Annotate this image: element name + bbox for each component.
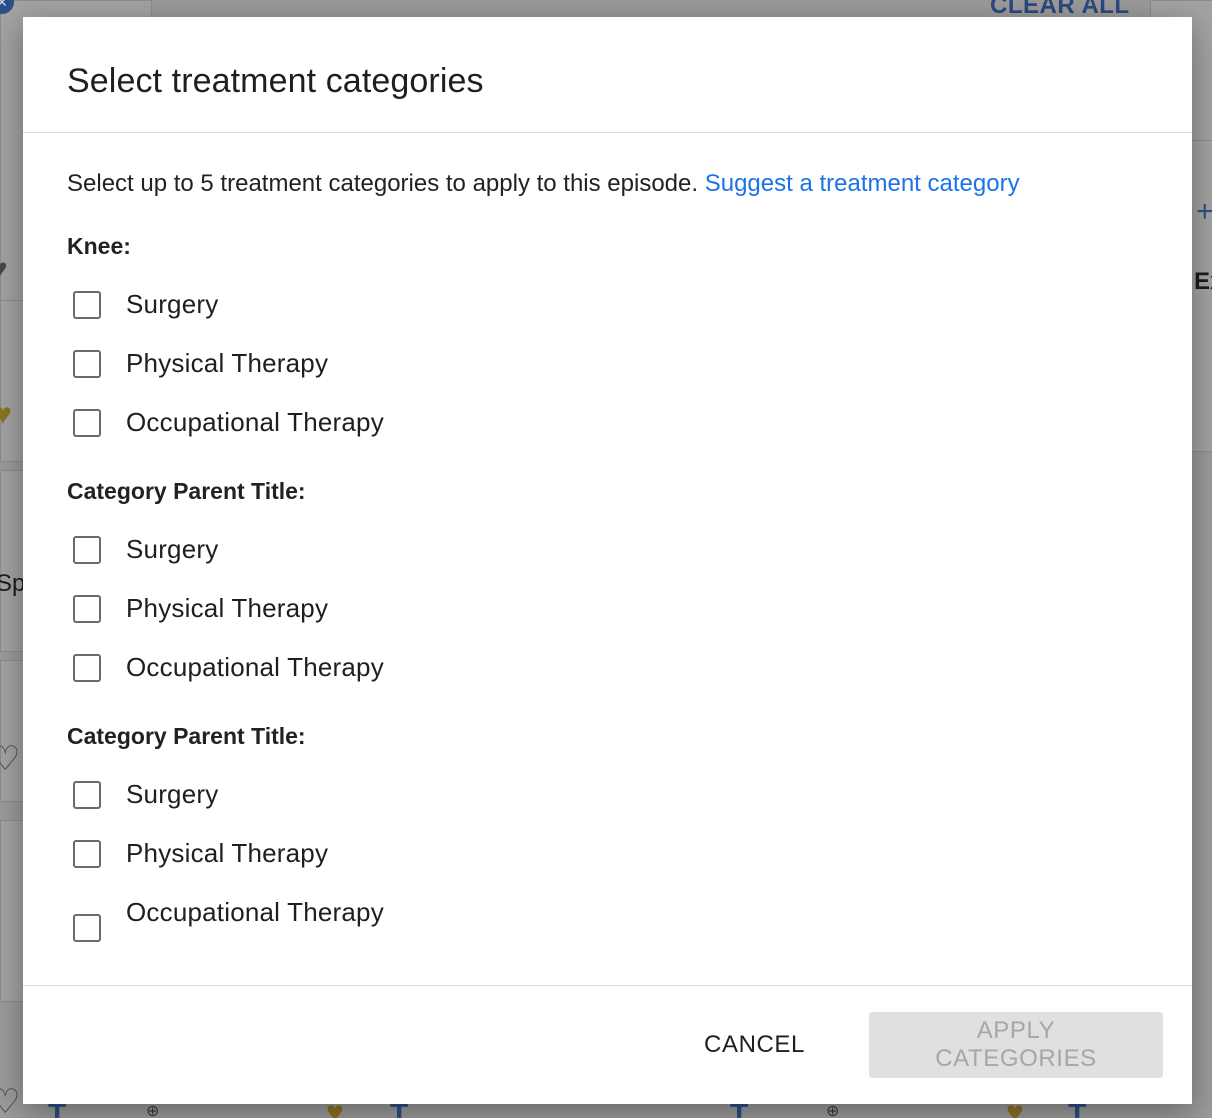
option-label: Occupational Therapy <box>126 897 384 927</box>
checkbox[interactable] <box>73 780 101 809</box>
checkbox[interactable] <box>73 408 101 437</box>
heart-outline-icon: ♡ <box>0 1083 21 1118</box>
category-group-knee: Knee: Surgery Physical Therapy Occupatio… <box>67 231 1192 452</box>
option-label: Surgery <box>126 289 219 319</box>
checkbox[interactable] <box>73 290 101 319</box>
group-heading: Category Parent Title: <box>67 723 306 749</box>
dialog-header: Select treatment categories <box>23 17 1192 133</box>
favorite-heart-icon: ♥ <box>0 398 12 431</box>
treatment-categories-dialog: Select treatment categories Select up to… <box>23 17 1192 1104</box>
add-icon: + <box>1196 195 1212 228</box>
option-physical-therapy[interactable]: Physical Therapy <box>67 334 1192 393</box>
option-physical-therapy[interactable]: Physical Therapy <box>67 824 1192 883</box>
option-label: Surgery <box>126 534 219 564</box>
heart-outline-icon: ♡ <box>0 740 21 778</box>
cancel-button[interactable]: CANCEL <box>674 1012 835 1078</box>
option-label: Occupational Therapy <box>126 652 384 682</box>
group-heading: Knee: <box>67 233 131 259</box>
option-occupational-therapy[interactable]: Occupational Therapy <box>67 883 1192 942</box>
dialog-title: Select treatment categories <box>67 62 484 100</box>
option-physical-therapy[interactable]: Physical Therapy <box>67 579 1192 638</box>
option-surgery[interactable]: Surgery <box>67 275 1192 334</box>
dialog-footer: CANCEL APPLY CATEGORIES <box>23 985 1192 1104</box>
group-heading: Category Parent Title: <box>67 478 306 504</box>
checkbox[interactable] <box>73 913 101 942</box>
option-label: Physical Therapy <box>126 838 329 868</box>
apply-categories-button[interactable]: APPLY CATEGORIES <box>869 1012 1163 1078</box>
checkbox[interactable] <box>73 839 101 868</box>
checkbox[interactable] <box>73 535 101 564</box>
background-card-title: Ex <box>1194 268 1212 295</box>
option-surgery[interactable]: Surgery <box>67 520 1192 579</box>
category-group-parent-2: Category Parent Title: Surgery Physical … <box>67 721 1192 942</box>
heart-icon: ♥ <box>0 255 7 281</box>
checkbox[interactable] <box>73 349 101 378</box>
suggest-category-link[interactable]: Suggest a treatment category <box>705 170 1020 197</box>
option-occupational-therapy[interactable]: Occupational Therapy <box>67 638 1192 697</box>
dialog-body[interactable]: Select up to 5 treatment categories to a… <box>23 133 1192 985</box>
checkbox[interactable] <box>73 653 101 682</box>
option-surgery[interactable]: Surgery <box>67 765 1192 824</box>
option-label: Surgery <box>126 779 219 809</box>
intro-text: Select up to 5 treatment categories to a… <box>67 170 699 197</box>
option-label: Physical Therapy <box>126 348 329 378</box>
option-label: Physical Therapy <box>126 593 329 623</box>
background-card-title: Sp <box>0 570 26 597</box>
checkbox[interactable] <box>73 594 101 623</box>
intro-paragraph: Select up to 5 treatment categories to a… <box>67 169 1192 199</box>
option-occupational-therapy[interactable]: Occupational Therapy <box>67 393 1192 452</box>
category-group-parent-1: Category Parent Title: Surgery Physical … <box>67 476 1192 697</box>
option-label: Occupational Therapy <box>126 407 384 437</box>
